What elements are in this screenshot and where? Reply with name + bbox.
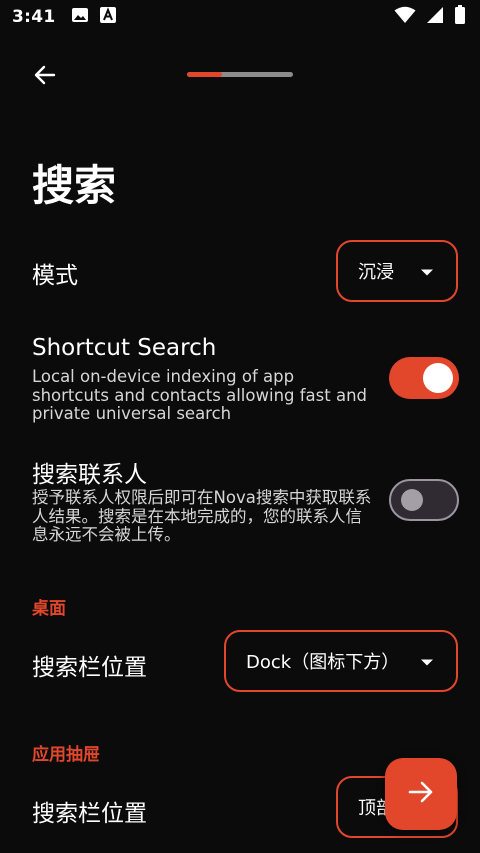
status-time: 3:41 bbox=[12, 7, 56, 27]
mode-label: 模式 bbox=[32, 263, 78, 289]
toggle-knob bbox=[401, 489, 423, 511]
status-bar: 3:41 bbox=[0, 0, 480, 34]
arrow-left-icon bbox=[33, 63, 57, 91]
battery-icon bbox=[454, 5, 466, 29]
search-contacts-description: 授予联系人权限后即可在Nova搜索中获取联系人结果。搜索是在本地完成的，您的联系… bbox=[32, 488, 372, 544]
back-button[interactable] bbox=[28, 60, 62, 94]
section-header-app-drawer: 应用抽屉 bbox=[32, 745, 100, 765]
page-title: 搜索 bbox=[32, 161, 117, 210]
onboarding-progress bbox=[187, 72, 293, 77]
section-header-desktop: 桌面 bbox=[32, 599, 66, 619]
search-contacts-title: 搜索联系人 bbox=[32, 462, 147, 488]
caret-down-icon bbox=[420, 261, 434, 282]
next-fab-button[interactable] bbox=[385, 758, 457, 830]
shortcut-search-title: Shortcut Search bbox=[32, 335, 217, 361]
status-system-icons bbox=[394, 5, 466, 29]
wifi-icon bbox=[394, 6, 416, 28]
shortcut-search-toggle[interactable] bbox=[389, 357, 459, 399]
drawer-search-bar-position-label: 搜索栏位置 bbox=[32, 801, 147, 827]
toggle-knob bbox=[423, 363, 453, 393]
top-bar bbox=[0, 52, 480, 100]
desktop-search-bar-position-dropdown[interactable]: Dock（图标下方） bbox=[224, 630, 458, 692]
progress-fill bbox=[187, 72, 222, 77]
mode-dropdown[interactable]: 沉浸 bbox=[336, 240, 458, 302]
image-notification-icon bbox=[71, 6, 89, 28]
caret-down-icon bbox=[420, 651, 434, 672]
status-notifications bbox=[71, 6, 117, 28]
desktop-search-bar-position-value: Dock（图标下方） bbox=[246, 652, 400, 673]
search-contacts-toggle[interactable] bbox=[389, 479, 459, 521]
arrow-right-icon bbox=[407, 778, 435, 810]
cell-signal-icon bbox=[426, 6, 444, 28]
font-notification-icon bbox=[99, 6, 117, 28]
shortcut-search-description: Local on-device indexing of app shortcut… bbox=[32, 367, 368, 423]
desktop-search-bar-position-label: 搜索栏位置 bbox=[32, 655, 147, 681]
mode-dropdown-value: 沉浸 bbox=[358, 262, 394, 283]
